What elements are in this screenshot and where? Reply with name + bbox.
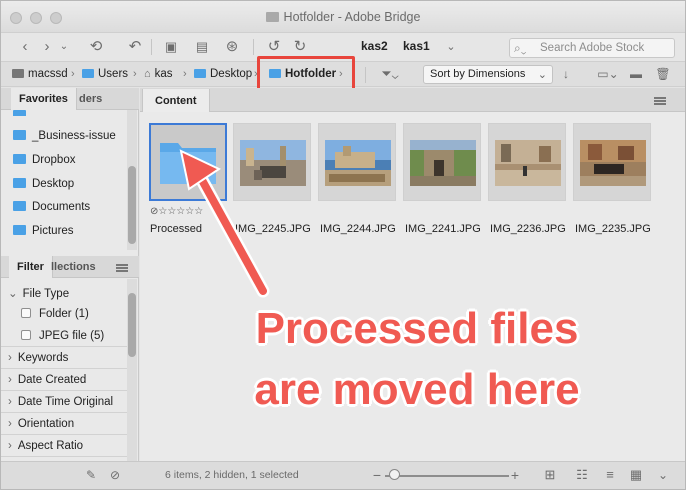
annotation-line-2: are moved here (254, 365, 580, 414)
annotation-line-1: Processed files (255, 304, 579, 353)
annotation-arrow (179, 149, 270, 298)
bridge-window: Hotfolder - Adobe Bridge ‹ › ⌄ ⟲ ↶ ▣ ▤ ⊛… (0, 0, 686, 490)
